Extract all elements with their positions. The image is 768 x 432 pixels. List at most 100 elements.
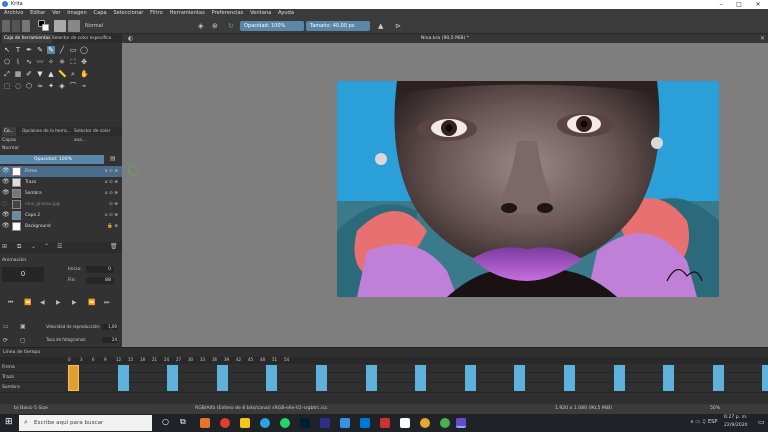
- reload-preset-icon[interactable]: ↻: [228, 22, 234, 30]
- polygon-icon[interactable]: ⬠: [3, 58, 11, 66]
- layer-item[interactable]: 👁 Capa 2 α ⊙ ⊗: [0, 210, 122, 221]
- layer-flags-icon[interactable]: α ⊙ ⊗: [105, 188, 118, 199]
- layer-filter-icon[interactable]: ▤: [110, 155, 116, 163]
- telegram-icon[interactable]: [260, 418, 270, 428]
- menu-archivo[interactable]: Archivo: [4, 10, 23, 16]
- language-indicator[interactable]: ESP: [708, 419, 717, 425]
- clock-date[interactable]: 22/9/2020: [724, 423, 748, 428]
- select-contig-icon[interactable]: ✦: [47, 82, 55, 90]
- task-view-icon[interactable]: ⧉: [180, 417, 186, 427]
- keyframe-marker[interactable]: [167, 365, 179, 391]
- zoom-status[interactable]: 50%: [710, 404, 720, 414]
- next-frame-icon[interactable]: ▶: [72, 299, 77, 307]
- hidden-visibility-icon[interactable]: ○: [2, 201, 7, 207]
- end-frame-field[interactable]: 88: [86, 277, 114, 284]
- menu-preferencias[interactable]: Preferencias: [211, 10, 243, 16]
- minimize-button[interactable]: –: [712, 0, 730, 9]
- layer-item[interactable]: ○ nina_ghosso.jpg ⊙ ⊗: [0, 199, 122, 210]
- photoshop-icon[interactable]: [300, 418, 310, 428]
- pan-icon[interactable]: ✋: [80, 70, 89, 78]
- taskbar-search-input[interactable]: Escribe aquí para buscar: [19, 415, 152, 431]
- menu-ventana[interactable]: Ventana: [250, 10, 271, 16]
- painting-canvas[interactable]: [337, 81, 719, 297]
- prev-frame-icon[interactable]: ◀: [40, 299, 45, 307]
- move-icon[interactable]: ✥: [80, 58, 88, 66]
- current-frame-field[interactable]: 0: [2, 267, 44, 282]
- layer-lock-icon[interactable]: 🔒 ⊗: [107, 221, 118, 232]
- tab-color[interactable]: Co...: [2, 127, 16, 136]
- fill-icon[interactable]: ▼: [36, 70, 44, 78]
- layer-flags-icon[interactable]: α ⊙ ⊗: [105, 177, 118, 188]
- krita-taskbar-icon[interactable]: [456, 418, 466, 428]
- move-down-icon[interactable]: ⌄: [31, 243, 36, 251]
- layer-opacity-slider[interactable]: Opacidad: 100%: [0, 155, 104, 164]
- visibility-icon[interactable]: 👁: [2, 212, 10, 218]
- app-green-icon[interactable]: [440, 418, 450, 428]
- keyframe-marker[interactable]: [464, 365, 476, 391]
- layer-flags-icon[interactable]: α ⊙ ⊗: [105, 166, 118, 177]
- delete-layer-icon[interactable]: 🗑: [110, 243, 118, 251]
- layer-item[interactable]: 👁 Background 🔒 ⊗: [0, 221, 122, 232]
- layer-blend-select[interactable]: Normal: [2, 146, 19, 152]
- layer-flags-icon[interactable]: α ⊙ ⊗: [105, 210, 118, 221]
- menu-ayuda[interactable]: Ayuda: [278, 10, 294, 16]
- premiere-icon[interactable]: [320, 418, 330, 428]
- wrap-around-icon[interactable]: ⊳: [395, 22, 401, 30]
- add-layer-icon[interactable]: ⊞: [2, 243, 7, 251]
- multibrush-icon[interactable]: ✳: [58, 58, 66, 66]
- text-icon[interactable]: T: [14, 46, 22, 54]
- visibility-icon[interactable]: 👁: [2, 190, 10, 196]
- firefox-icon[interactable]: [200, 418, 210, 428]
- line-icon[interactable]: ╱: [58, 46, 66, 54]
- select-free-icon[interactable]: ≈: [36, 82, 44, 90]
- visibility-icon[interactable]: 👁: [2, 168, 10, 174]
- start-frame-field[interactable]: 0: [86, 266, 114, 273]
- select-bezier-icon[interactable]: ⌒: [69, 82, 77, 90]
- dynamic-brush-icon[interactable]: ✧: [47, 58, 55, 66]
- frame-rate-field[interactable]: 24: [102, 337, 118, 343]
- brush-icon[interactable]: ✎: [47, 46, 55, 54]
- close-document-icon[interactable]: ✕: [760, 35, 765, 42]
- visibility-icon[interactable]: 👁: [2, 179, 10, 185]
- layer-item[interactable]: 👁 Sombra α ⊙ ⊗: [0, 188, 122, 199]
- tab-toolbox[interactable]: Caja de herramientas: [2, 34, 53, 43]
- notes-icon[interactable]: [400, 418, 410, 428]
- select-ellipse-icon[interactable]: ◌: [14, 82, 22, 90]
- close-button[interactable]: ✕: [749, 0, 767, 9]
- tab-advanced-color-selector[interactable]: Selector de color ava...: [72, 127, 122, 145]
- menu-editar[interactable]: Editar: [30, 10, 45, 16]
- first-frame-icon[interactable]: ⏮: [8, 299, 13, 307]
- gradient-icon[interactable]: ▦: [14, 70, 22, 78]
- menu-seleccionar[interactable]: Seleccionar: [113, 10, 143, 16]
- select-similar-icon[interactable]: ◈: [58, 82, 66, 90]
- windows-start-icon[interactable]: ⊞: [5, 417, 13, 427]
- measure-icon[interactable]: 📏: [58, 70, 67, 78]
- pen-icon[interactable]: ✎: [36, 46, 44, 54]
- drop-frames-icon[interactable]: ▣: [20, 323, 26, 331]
- colorpicker-icon[interactable]: ✐: [25, 70, 33, 78]
- tray-icons[interactable]: ∧ ▭ ♫: [690, 419, 706, 425]
- polyline-icon[interactable]: ⌇: [14, 58, 22, 66]
- menu-herramientas[interactable]: Herramientas: [169, 10, 204, 16]
- layer-flags-icon[interactable]: ⊙ ⊗: [109, 199, 118, 210]
- alpha-lock-icon[interactable]: ⊛: [212, 22, 218, 30]
- select-rect-icon[interactable]: ⬚: [3, 82, 11, 90]
- bezier-icon[interactable]: ∿: [25, 58, 33, 66]
- next-keyframe-icon[interactable]: ⏩: [88, 299, 95, 307]
- maximize-button[interactable]: □: [730, 0, 748, 9]
- blend-mode-select[interactable]: Normal: [85, 21, 103, 31]
- select-poly-icon[interactable]: ⬡: [25, 82, 33, 90]
- keyframe-marker[interactable]: [514, 365, 526, 391]
- keyframe-marker[interactable]: [316, 365, 327, 391]
- timeline-row[interactable]: Trazo: [0, 374, 768, 383]
- background-color-swatch[interactable]: [42, 24, 49, 31]
- layer-item[interactable]: 👁 Firma α ⊙ ⊗: [0, 166, 122, 177]
- cortana-icon[interactable]: ○: [162, 417, 169, 426]
- keyframe-marker[interactable]: [712, 365, 724, 391]
- opacity-slider[interactable]: Opacidad: 100%: [240, 21, 304, 31]
- visibility-icon[interactable]: 👁: [2, 223, 10, 229]
- menu-ver[interactable]: Ver: [52, 10, 60, 16]
- chrome-icon[interactable]: [220, 418, 230, 428]
- file-explorer-icon[interactable]: [240, 418, 250, 428]
- pointer-icon[interactable]: ↖: [3, 46, 11, 54]
